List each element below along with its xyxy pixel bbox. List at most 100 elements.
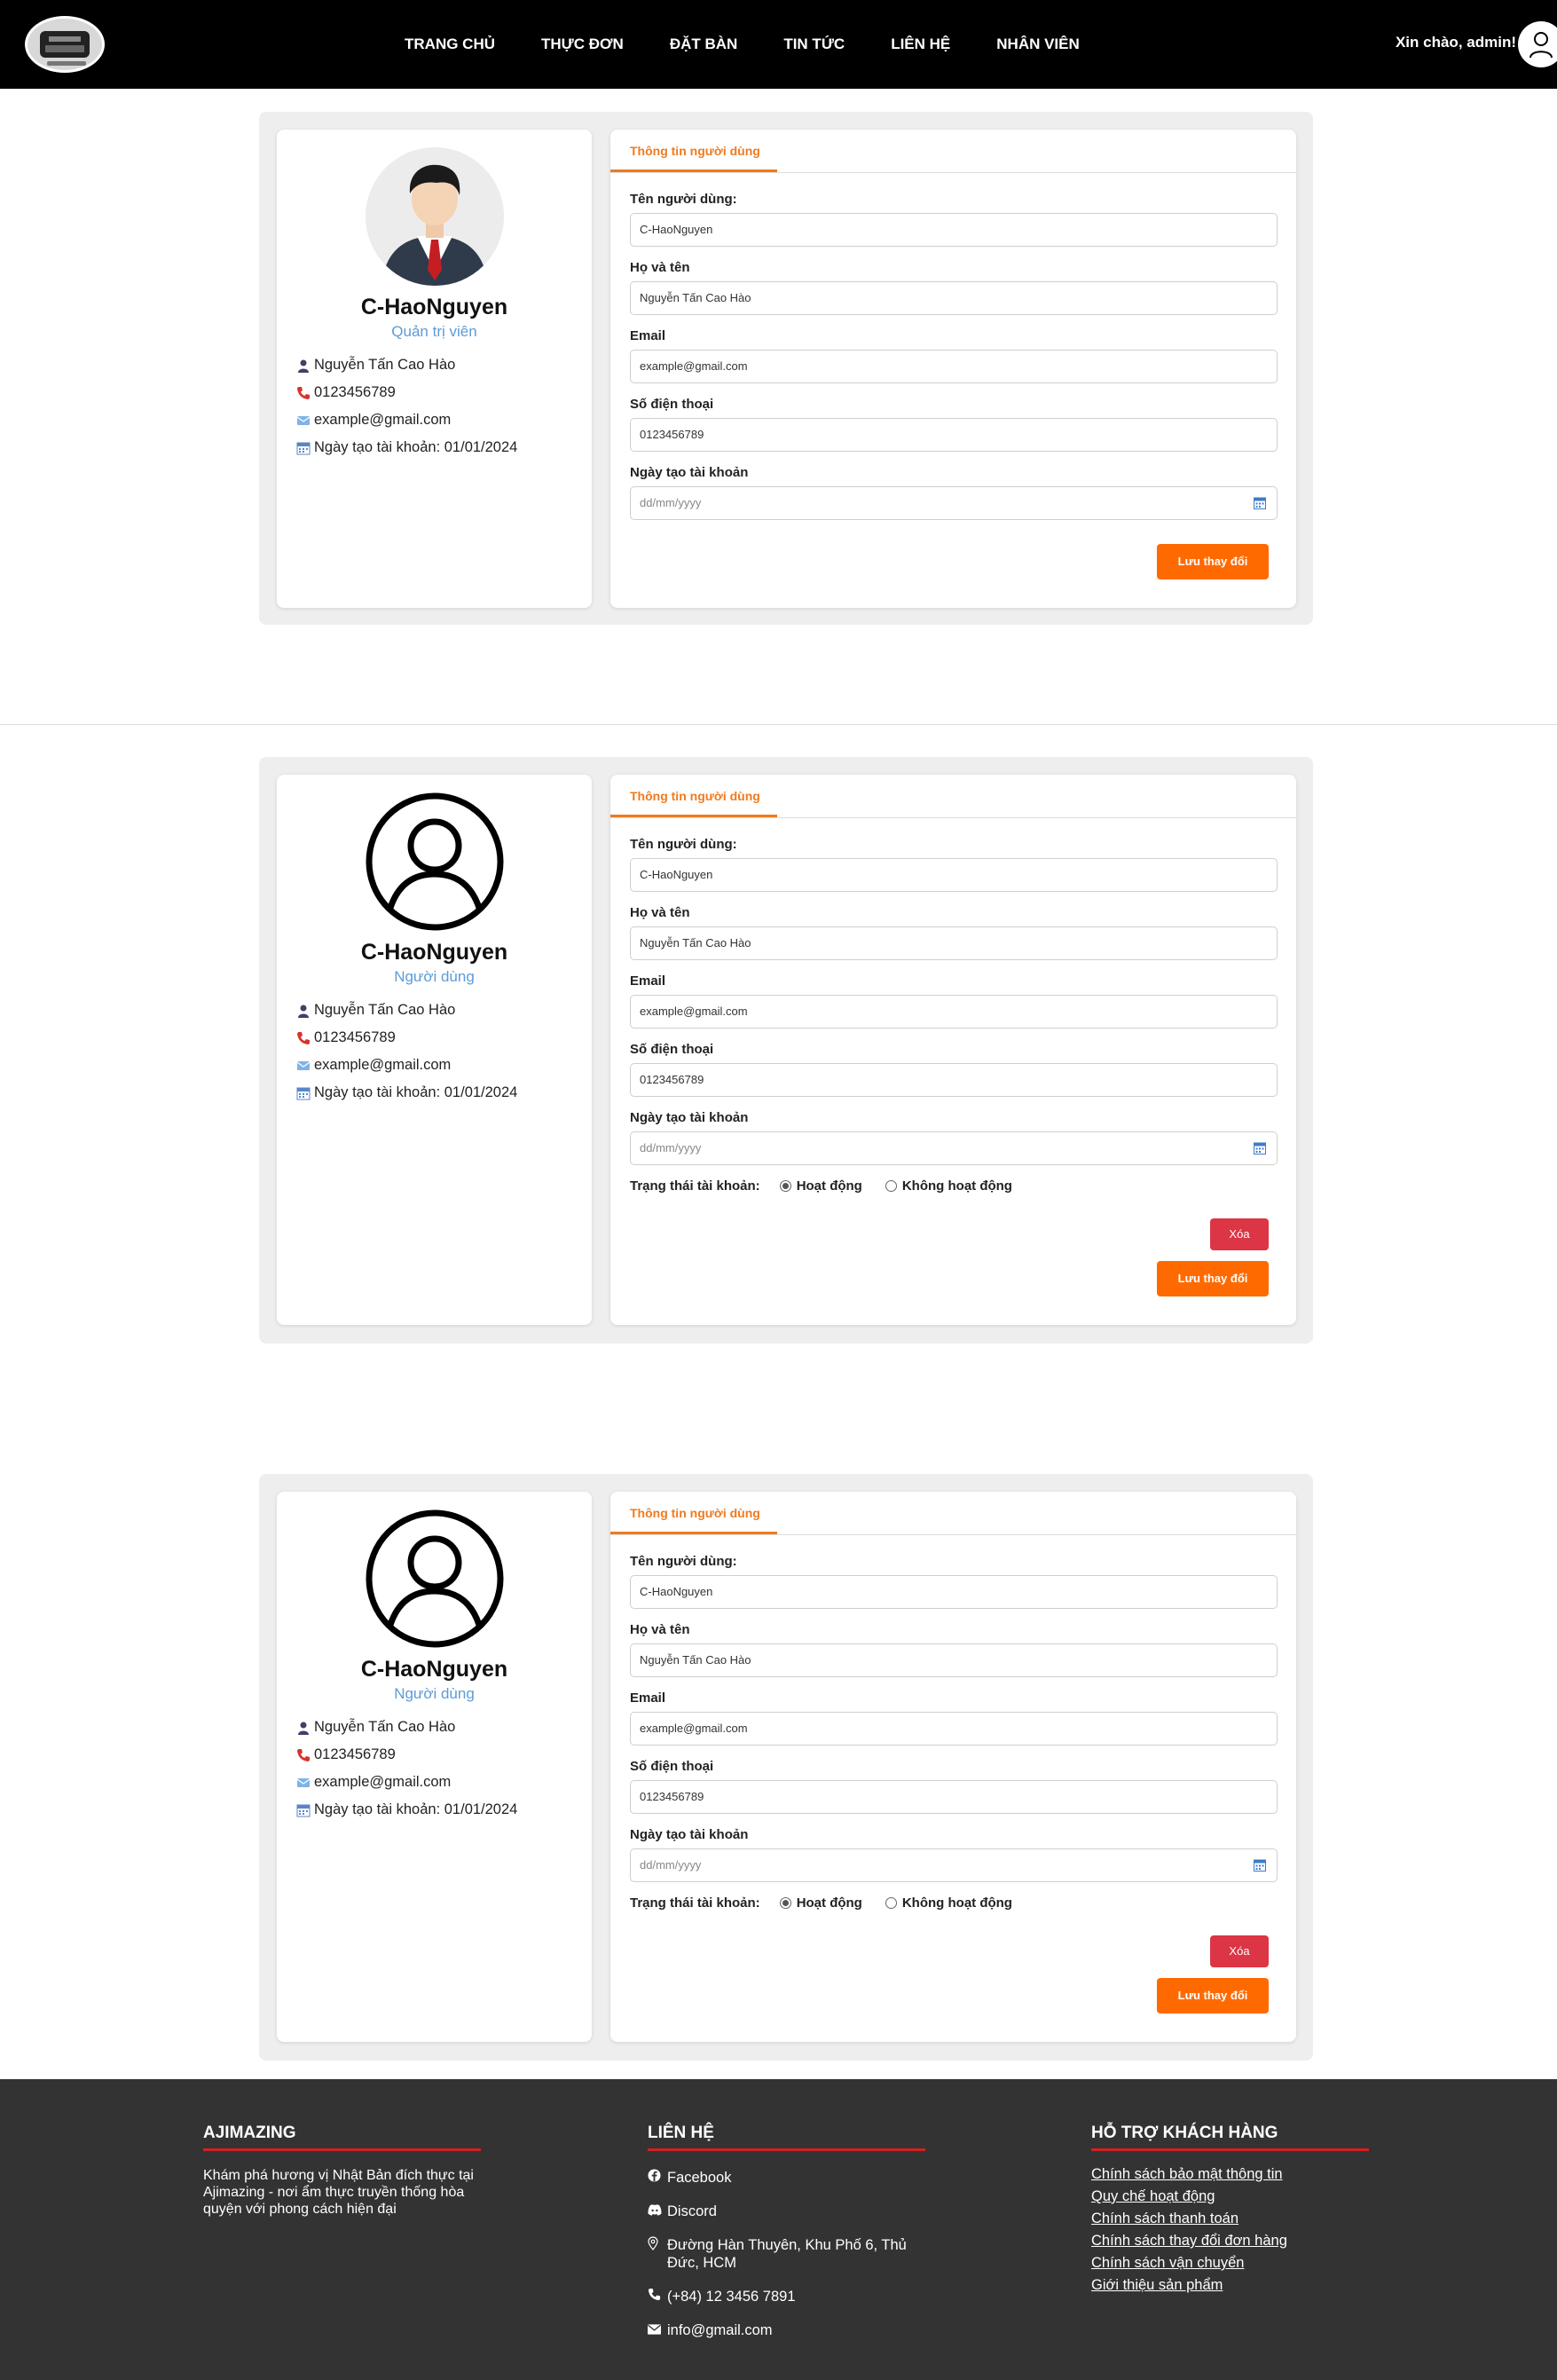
contact-facebook[interactable]: Facebook (648, 2169, 940, 2187)
phone-input[interactable]: 0123456789 (630, 1063, 1278, 1097)
brand-logo[interactable] (25, 16, 105, 73)
tab-user-info[interactable]: Thông tin người dùng (610, 130, 777, 172)
profile-form-card: Thông tin người dùng Tên người dùng: C-H… (610, 775, 1296, 1325)
account-status-group: Trạng thái tài khoản: Hoạt động Không ho… (630, 1178, 1012, 1194)
info-email: example@gmail.com (296, 1774, 451, 1791)
tab-user-info[interactable]: Thông tin người dùng (610, 1492, 777, 1534)
top-header: TRANG CHỦ THỰC ĐƠN ĐẶT BÀN TIN TỨC LIÊN … (0, 0, 1557, 89)
delete-button[interactable]: Xóa (1210, 1218, 1269, 1250)
user-account-button[interactable] (1518, 21, 1557, 67)
username-input[interactable]: C-HaoNguyen (630, 1575, 1278, 1609)
nav-staff[interactable]: NHÂN VIÊN (996, 35, 1080, 53)
footer-support-column: HỖ TRỢ KHÁCH HÀNG Chính sách bảo mật thô… (1091, 2124, 1369, 2295)
fullname-input[interactable]: Nguyễn Tấn Cao Hào (630, 281, 1278, 315)
envelope-icon (648, 2321, 662, 2339)
delete-button[interactable]: Xóa (1210, 1935, 1269, 1967)
phone-input[interactable]: 0123456789 (630, 418, 1278, 452)
account-status-group: Trạng thái tài khoản: Hoạt động Không ho… (630, 1895, 1012, 1911)
calendar-icon (296, 1086, 311, 1100)
link-payment-policy[interactable]: Chính sách thanh toán (1091, 2210, 1369, 2228)
contact-phone[interactable]: (+84) 12 3456 7891 (648, 2288, 940, 2305)
created-date-input[interactable]: dd/mm/yyyy (630, 1848, 1278, 1882)
label-fullname: Họ và tên (630, 1622, 690, 1637)
info-created: Ngày tạo tài khoản: 01/01/2024 (296, 439, 517, 456)
profile-username: C-HaoNguyen (360, 1657, 508, 1682)
calendar-picker-icon[interactable] (1254, 497, 1266, 509)
profile-summary-card: C-HaoNguyen Người dùng Nguyễn Tấn Cao Hà… (277, 1492, 592, 2042)
save-changes-button[interactable]: Lưu thay đổi (1157, 1978, 1269, 2014)
profile-username: C-HaoNguyen (360, 295, 508, 319)
status-active-option[interactable]: Hoạt động (779, 1178, 862, 1194)
calendar-picker-icon[interactable] (1254, 1142, 1266, 1155)
nav-news[interactable]: TIN TỨC (783, 35, 845, 53)
profile-panel-user: C-HaoNguyen Người dùng Nguyễn Tấn Cao Hà… (259, 757, 1313, 1344)
link-operating-rules[interactable]: Quy chế hoạt động (1091, 2187, 1369, 2206)
label-phone: Số điện thoại (630, 1042, 714, 1057)
tab-user-info[interactable]: Thông tin người dùng (610, 775, 777, 817)
profile-username: C-HaoNguyen (360, 940, 508, 965)
status-active-radio[interactable] (779, 1897, 791, 1909)
info-phone: 0123456789 (296, 1746, 396, 1763)
label-created: Ngày tạo tài khoản (630, 1110, 749, 1125)
nav-home[interactable]: TRANG CHỦ (405, 35, 495, 53)
person-icon (296, 359, 311, 373)
phone-icon (648, 2288, 662, 2305)
status-inactive-radio[interactable] (885, 1180, 897, 1192)
section-divider (0, 724, 1557, 725)
email-input[interactable]: example@gmail.com (630, 1712, 1278, 1746)
username-input[interactable]: C-HaoNguyen (630, 213, 1278, 247)
label-created: Ngày tạo tài khoản (630, 1827, 749, 1842)
status-inactive-radio[interactable] (885, 1897, 897, 1909)
fullname-input[interactable]: Nguyễn Tấn Cao Hào (630, 926, 1278, 960)
created-date-input[interactable]: dd/mm/yyyy (630, 486, 1278, 520)
status-inactive-option[interactable]: Không hoạt động (885, 1178, 1012, 1194)
nav-contact[interactable]: LIÊN HỆ (891, 35, 950, 53)
profile-panel-admin: C-HaoNguyen Quản trị viên Nguyễn Tấn Cao… (259, 112, 1313, 625)
info-fullname: Nguyễn Tấn Cao Hào (296, 1002, 455, 1019)
label-created: Ngày tạo tài khoản (630, 465, 749, 480)
status-label: Trạng thái tài khoản: (630, 1178, 760, 1194)
status-active-radio[interactable] (779, 1180, 791, 1192)
profile-form-card: Thông tin người dùng Tên người dùng: C-H… (610, 130, 1296, 608)
link-privacy-policy[interactable]: Chính sách bảo mật thông tin (1091, 2165, 1369, 2184)
link-order-change-policy[interactable]: Chính sách thay đổi đơn hàng (1091, 2232, 1369, 2250)
calendar-picker-icon[interactable] (1254, 1859, 1266, 1872)
contact-email[interactable]: info@gmail.com (648, 2321, 940, 2339)
username-input[interactable]: C-HaoNguyen (630, 858, 1278, 892)
info-created: Ngày tạo tài khoản: 01/01/2024 (296, 1801, 517, 1818)
footer-brand-column: AJIMAZING Khám phá hương vị Nhật Bản đíc… (203, 2124, 481, 2218)
save-changes-button[interactable]: Lưu thay đổi (1157, 1261, 1269, 1296)
phone-input[interactable]: 0123456789 (630, 1780, 1278, 1814)
profile-panel-user: C-HaoNguyen Người dùng Nguyễn Tấn Cao Hà… (259, 1474, 1313, 2061)
label-email: Email (630, 328, 666, 343)
main-nav: TRANG CHỦ THỰC ĐƠN ĐẶT BÀN TIN TỨC LIÊN … (381, 0, 1103, 89)
label-username: Tên người dùng: (630, 192, 737, 207)
email-icon (296, 414, 311, 428)
status-active-option[interactable]: Hoạt động (779, 1895, 862, 1911)
label-fullname: Họ và tên (630, 905, 690, 920)
greeting-text: Xin chào, admin! (1395, 34, 1516, 51)
user-icon (1529, 32, 1553, 59)
nav-menu[interactable]: THỰC ĐƠN (541, 35, 624, 53)
profile-form-card: Thông tin người dùng Tên người dùng: C-H… (610, 1492, 1296, 2042)
avatar-default-icon (366, 1509, 504, 1648)
footer-brand-description: Khám phá hương vị Nhật Bản đích thực tại… (203, 2168, 474, 2217)
contact-discord[interactable]: Discord (648, 2203, 940, 2220)
email-input[interactable]: example@gmail.com (630, 995, 1278, 1028)
calendar-icon (296, 1803, 311, 1817)
label-email: Email (630, 1690, 666, 1706)
link-shipping-policy[interactable]: Chính sách vận chuyển (1091, 2254, 1369, 2273)
status-inactive-option[interactable]: Không hoạt động (885, 1895, 1012, 1911)
contact-address: Đường Hàn Thuyên, Khu Phố 6, Thủ Đức, HC… (648, 2236, 940, 2272)
info-email: example@gmail.com (296, 412, 451, 429)
created-date-input[interactable]: dd/mm/yyyy (630, 1131, 1278, 1165)
label-username: Tên người dùng: (630, 1554, 737, 1569)
email-input[interactable]: example@gmail.com (630, 350, 1278, 383)
profile-summary-card: C-HaoNguyen Người dùng Nguyễn Tấn Cao Hà… (277, 775, 592, 1325)
save-changes-button[interactable]: Lưu thay đổi (1157, 544, 1269, 579)
info-email: example@gmail.com (296, 1057, 451, 1074)
nav-booking[interactable]: ĐẶT BÀN (670, 35, 738, 53)
link-product-intro[interactable]: Giới thiệu sản phẩm (1091, 2276, 1369, 2295)
footer-contact-title: LIÊN HỆ (648, 2124, 925, 2151)
fullname-input[interactable]: Nguyễn Tấn Cao Hào (630, 1643, 1278, 1677)
